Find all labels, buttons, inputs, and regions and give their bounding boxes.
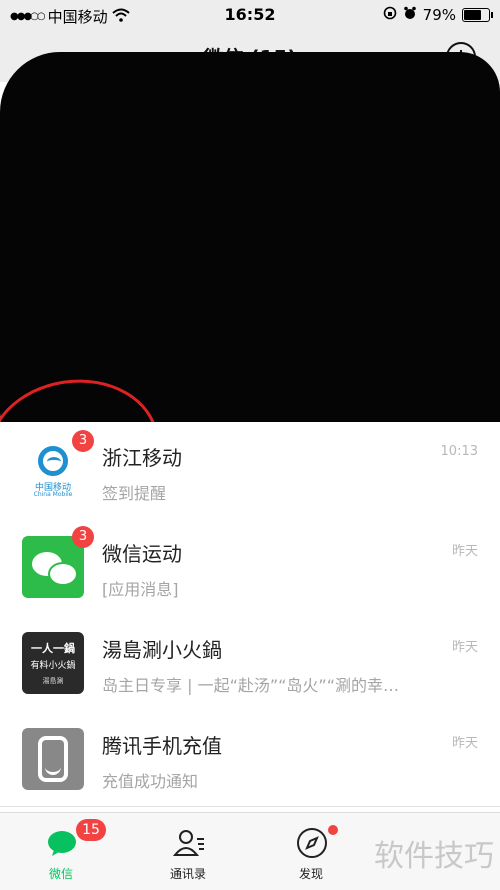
chat-preview: [应用消息] bbox=[102, 580, 179, 599]
chat-icon bbox=[46, 827, 78, 859]
avatar-hotpot: 一人一鍋 有料小火鍋 湯島涮 bbox=[22, 632, 84, 694]
contacts-icon bbox=[172, 827, 205, 859]
tab-label: 发现 bbox=[298, 867, 323, 881]
tab-discover[interactable]: 发现 bbox=[266, 813, 356, 890]
avatar-line: 有料小火鍋 bbox=[30, 661, 76, 671]
chat-name: 浙江移动 bbox=[102, 446, 182, 470]
battery-icon bbox=[462, 8, 493, 22]
tab-label: 通讯录 bbox=[169, 867, 206, 881]
compass-icon bbox=[296, 827, 328, 859]
battery-percent: 79% bbox=[422, 6, 456, 24]
china-mobile-logo-icon bbox=[38, 446, 68, 476]
chat-time: 昨天 bbox=[451, 736, 478, 751]
avatar-phone-recharge bbox=[22, 728, 84, 790]
tab-chats[interactable]: 15 微信 bbox=[16, 813, 106, 890]
chat-item-zhejiang-mobile[interactable]: 中国移动 China Mobile 3 浙江移动 签到提醒 10:13 bbox=[0, 422, 500, 519]
tab-label: 微信 bbox=[48, 867, 73, 881]
chat-item-wechat-sport[interactable]: 3 微信运动 [应用消息] 昨天 bbox=[0, 518, 500, 615]
chat-item-hotpot[interactable]: 一人一鍋 有料小火鍋 湯島涮 湯島涮小火鍋 岛主日专享 | 一起“赴汤”“岛火”… bbox=[0, 614, 500, 711]
chat-time: 10:13 bbox=[440, 444, 478, 459]
chat-bubble-small-icon bbox=[48, 562, 78, 586]
chat-item-tencent-recharge[interactable]: 腾讯手机充值 充值成功通知 昨天 bbox=[0, 710, 500, 807]
phone-icon bbox=[38, 736, 68, 782]
avatar-wechat-sport bbox=[22, 536, 84, 598]
chat-name: 微信运动 bbox=[102, 542, 182, 566]
tab-bar: 15 微信 通讯录 发现 软件技巧 bbox=[0, 812, 500, 890]
chat-preview: 充值成功通知 bbox=[102, 772, 199, 791]
status-right: 79% bbox=[383, 6, 493, 24]
chat-preview: 岛主日专享 | 一起“赴汤”“岛火”“涮的幸… bbox=[102, 676, 400, 695]
battery-fill bbox=[464, 10, 482, 20]
unread-badge: 3 bbox=[72, 526, 94, 548]
alarm-icon bbox=[403, 6, 417, 24]
unread-badge: 3 bbox=[72, 430, 94, 452]
tab-contacts[interactable]: 通讯录 bbox=[143, 813, 233, 890]
chat-name: 腾讯手机充值 bbox=[102, 734, 222, 758]
chat-time: 昨天 bbox=[451, 640, 478, 655]
avatar-china-mobile: 中国移动 China Mobile bbox=[22, 440, 84, 502]
tab-notification-dot bbox=[328, 825, 338, 835]
chat-time: 昨天 bbox=[451, 544, 478, 559]
tab-unread-badge: 15 bbox=[76, 819, 106, 841]
status-bar: ●●●○○ 中国移动 16:52 79% bbox=[0, 0, 500, 30]
watermark: 软件技巧 bbox=[374, 839, 494, 874]
chat-list: 中国移动 China Mobile 3 浙江移动 签到提醒 10:13 3 微信… bbox=[0, 52, 500, 812]
avatar-subtext: China Mobile bbox=[33, 491, 73, 498]
orientation-lock-icon bbox=[383, 6, 397, 24]
avatar-line: 一人一鍋 bbox=[31, 642, 75, 655]
avatar-line: 湯島涮 bbox=[42, 677, 64, 685]
chat-preview: 签到提醒 bbox=[102, 484, 167, 503]
chat-name: 湯島涮小火鍋 bbox=[102, 638, 222, 662]
